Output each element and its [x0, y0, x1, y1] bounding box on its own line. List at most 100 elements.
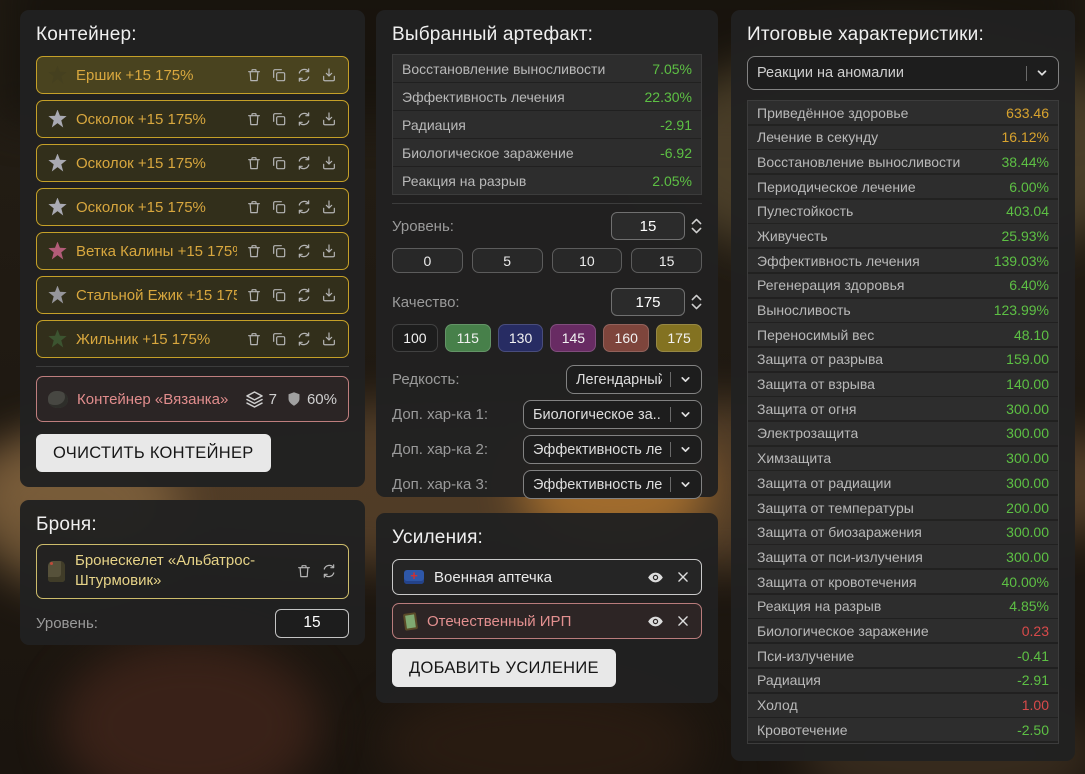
refresh-icon[interactable] — [296, 67, 312, 83]
chevron-up-icon[interactable] — [691, 294, 702, 301]
duplicate-icon[interactable] — [271, 111, 287, 127]
remove-icon[interactable] — [676, 614, 690, 628]
quality-preset-button[interactable]: 160 — [603, 324, 649, 352]
chevron-down-icon[interactable] — [691, 227, 702, 234]
artifact-item[interactable]: Ветка Калины +15 175% — [36, 232, 349, 270]
extra-stat-select[interactable]: Эффективность ле... — [523, 470, 702, 499]
save-icon[interactable] — [321, 111, 337, 127]
level-preset-button[interactable]: 15 — [631, 248, 702, 273]
delete-icon[interactable] — [246, 331, 262, 347]
extra-stat-select[interactable]: Биологическое за... — [523, 400, 702, 429]
duplicate-icon[interactable] — [271, 287, 287, 303]
delete-icon[interactable] — [246, 111, 262, 127]
stat-row: Приведённое здоровье 633.46 — [748, 101, 1058, 124]
level-preset-button[interactable]: 10 — [552, 248, 623, 273]
chevron-up-icon[interactable] — [691, 218, 702, 225]
artifact-item[interactable]: Осколок +15 175% — [36, 144, 349, 182]
extra-stat-row: Доп. хар-ка 2: Эффективность ле... — [392, 435, 702, 464]
totals-panel-title: Итоговые характеристики: — [747, 24, 1059, 46]
refresh-icon[interactable] — [296, 111, 312, 127]
rarity-select[interactable]: Легендарный — [566, 365, 702, 394]
boost-item-actions — [647, 613, 690, 630]
delete-icon[interactable] — [246, 67, 262, 83]
stat-label: Биологическое заражение — [402, 145, 574, 161]
duplicate-icon[interactable] — [271, 199, 287, 215]
quality-input[interactable]: 175 — [611, 288, 685, 316]
artifact-item-label: Стальной Ежик +15 175% — [76, 287, 237, 304]
save-icon[interactable] — [321, 243, 337, 259]
stat-label: Электрозащита — [757, 425, 858, 441]
artifact-item[interactable]: Ершик +15 175% — [36, 56, 349, 94]
container-item[interactable]: Контейнер «Вязанка» 7 60% — [36, 376, 349, 422]
quality-spinner[interactable]: 175 — [611, 288, 702, 316]
save-icon[interactable] — [321, 331, 337, 347]
clear-container-button[interactable]: ОЧИСТИТЬ КОНТЕЙНЕР — [36, 434, 271, 472]
artifact-panel-title: Выбранный артефакт: — [392, 24, 702, 46]
boost-item[interactable]: Отечественный ИРП — [392, 603, 702, 639]
chevron-down-icon[interactable] — [691, 303, 702, 310]
extra-stat-select[interactable]: Эффективность ле... — [523, 435, 702, 464]
save-icon[interactable] — [321, 287, 337, 303]
stat-value: -2.50 — [1017, 722, 1049, 738]
artifact-item[interactable]: Осколок +15 175% — [36, 188, 349, 226]
stat-row: Пси-излучение -0.41 — [748, 644, 1058, 667]
artifact-item-actions — [246, 67, 337, 83]
add-boost-button[interactable]: ДОБАВИТЬ УСИЛЕНИЕ — [392, 649, 616, 687]
artifact-item[interactable]: Жильник +15 175% — [36, 320, 349, 358]
quality-preset-button[interactable]: 175 — [656, 324, 702, 352]
visibility-icon[interactable] — [647, 569, 664, 586]
stat-row: Радиация -2.91 — [393, 111, 701, 138]
duplicate-icon[interactable] — [271, 67, 287, 83]
stat-value: 123.99% — [994, 302, 1049, 318]
quality-preset-button[interactable]: 145 — [550, 324, 596, 352]
anomaly-filter-select[interactable]: Реакции на аномалии — [747, 56, 1059, 90]
level-preset-button[interactable]: 0 — [392, 248, 463, 273]
artifact-item[interactable]: Осколок +15 175% — [36, 100, 349, 138]
remove-icon[interactable] — [676, 570, 690, 584]
save-icon[interactable] — [321, 155, 337, 171]
duplicate-icon[interactable] — [271, 243, 287, 259]
duplicate-icon[interactable] — [271, 155, 287, 171]
refresh-icon[interactable] — [296, 155, 312, 171]
refresh-icon[interactable] — [296, 331, 312, 347]
refresh-icon[interactable] — [296, 199, 312, 215]
stat-row: Защита от биозаражения 300.00 — [748, 521, 1058, 544]
quality-preset-button[interactable]: 130 — [498, 324, 544, 352]
quality-preset-button[interactable]: 115 — [445, 324, 491, 352]
level-spinner[interactable]: 15 — [611, 212, 702, 240]
refresh-icon[interactable] — [296, 287, 312, 303]
shield-icon — [286, 390, 302, 408]
stat-row: Эффективность лечения 22.30% — [393, 83, 701, 110]
totals-panel: Итоговые характеристики: Реакции на аном… — [731, 10, 1075, 761]
level-preset-button[interactable]: 5 — [472, 248, 543, 273]
stat-label: Холод — [757, 697, 798, 713]
delete-icon[interactable] — [246, 199, 262, 215]
save-icon[interactable] — [321, 199, 337, 215]
visibility-icon[interactable] — [647, 613, 664, 630]
extra-stat-select-value: Эффективность ле... — [533, 477, 662, 493]
stat-row: Реакция на разрыв 2.05% — [393, 167, 701, 194]
stat-value: 300.00 — [1006, 475, 1049, 491]
delete-icon[interactable] — [246, 155, 262, 171]
extra-stat-selects: Доп. хар-ка 1: Биологическое за... Доп. … — [392, 400, 702, 499]
armor-level-input[interactable]: 15 — [275, 609, 349, 638]
extra-stat-label: Доп. хар-ка 1: — [392, 406, 488, 423]
stat-label: Восстановление выносливости — [757, 154, 960, 170]
save-icon[interactable] — [321, 67, 337, 83]
stat-value: 6.00% — [1009, 179, 1049, 195]
delete-icon[interactable] — [246, 287, 262, 303]
stat-label: Кровотечение — [757, 722, 847, 738]
stat-row: Лечение в секунду 16.12% — [748, 126, 1058, 149]
refresh-icon[interactable] — [321, 563, 337, 579]
level-input[interactable]: 15 — [611, 212, 685, 240]
refresh-icon[interactable] — [296, 243, 312, 259]
quality-preset-button[interactable]: 100 — [392, 324, 438, 352]
delete-icon[interactable] — [246, 243, 262, 259]
boost-item[interactable]: Военная аптечка — [392, 559, 702, 595]
delete-icon[interactable] — [296, 563, 312, 579]
chevron-down-icon — [679, 408, 692, 421]
duplicate-icon[interactable] — [271, 331, 287, 347]
artifact-item[interactable]: Стальной Ежик +15 175% — [36, 276, 349, 314]
armor-item[interactable]: Бронескелет «Альбатрос-Штурмовик» — [36, 544, 349, 599]
boosts-panel: Усиления: Военная аптечка Отечественный — [376, 513, 718, 703]
